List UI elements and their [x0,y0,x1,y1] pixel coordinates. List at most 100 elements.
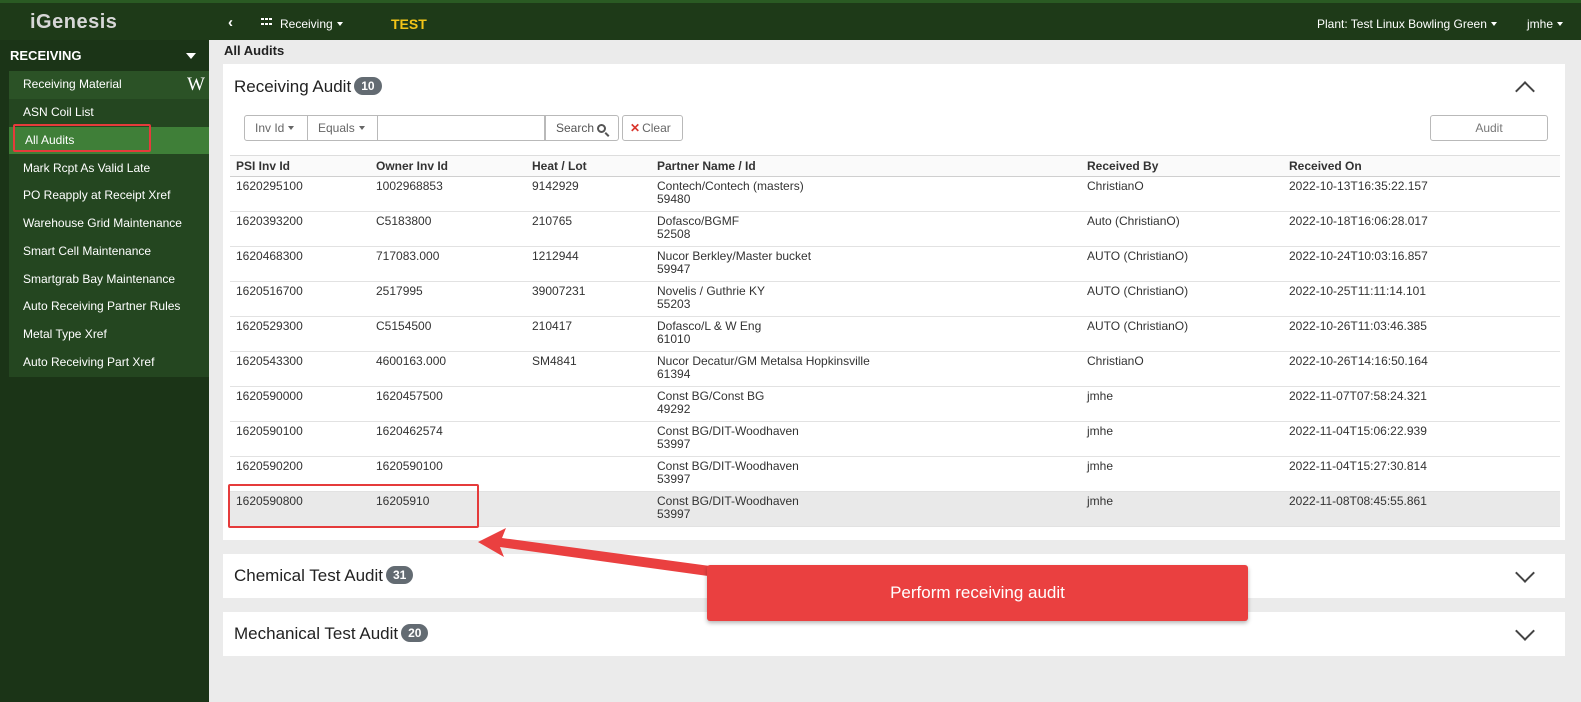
column-header[interactable]: Heat / Lot [526,155,651,177]
plant-menu[interactable]: Plant: Test Linux Bowling Green [1317,17,1497,31]
search-button[interactable]: Search [545,115,619,141]
owner-inv-id-cell: 1620462574 [370,421,526,457]
grid-icon[interactable] [261,18,272,27]
column-header[interactable]: Owner Inv Id [370,155,526,177]
annotation-highlight-box [13,124,151,152]
heat-lot-cell: SM4841 [526,351,651,387]
heat-lot-cell: 9142929 [526,176,651,212]
receiving-audit-title[interactable]: Receiving Audit 10 [234,77,382,97]
table-row[interactable]: 1620468300 717083.000 1212944 Nucor Berkley… [230,246,1560,282]
filter-bar: Inv Id Equals Search [244,115,619,141]
column-header[interactable]: Partner Name / Id [651,155,1081,177]
sidebar-menu: Receiving Material W ASN Coil List All A… [9,71,209,377]
partner-name: Dofasco/L & W Eng [657,319,762,333]
received-by-cell: jmhe [1081,386,1283,422]
chevron-down-icon[interactable] [1515,621,1535,641]
partner-name: Const BG/DIT-Woodhaven [657,459,799,473]
psi-inv-id-cell: 1620516700 [230,281,370,317]
table-row[interactable]: 1620529300 C5154500 210417 Dofasco/L & W En… [230,316,1560,352]
partner-name: Nucor Berkley/Master bucket [657,249,812,263]
environment-label: TEST [391,16,427,32]
annotation-arrow-icon [478,528,710,576]
column-header[interactable]: Received By [1081,155,1283,177]
partner-id: 49292 [657,402,691,416]
partner-name: Dofasco/BGMF [657,214,740,228]
sidebar-heading[interactable]: RECEIVING [10,48,82,63]
sidebar-item-warehouse-grid[interactable]: Warehouse Grid Maintenance [9,210,209,237]
column-header[interactable]: PSI Inv Id [230,155,370,177]
sidebar-item-po-reapply[interactable]: PO Reapply at Receipt Xref [9,182,209,209]
table-row[interactable]: 1620590100 1620462574 Const BG/DIT-Woodhav… [230,421,1560,457]
sidebar-item-receiving-material[interactable]: Receiving Material W [9,71,209,99]
partner-id: 55203 [657,297,691,311]
psi-inv-id-cell: 1620393200 [230,211,370,247]
heat-lot-cell: 1212944 [526,246,651,282]
back-icon[interactable]: ‹ [228,14,233,31]
partner-cell: Const BG/DIT-Woodhaven 53997 [651,456,1081,492]
sidebar-item-smartgrab-bay[interactable]: Smartgrab Bay Maintenance [9,266,209,293]
heat-lot-cell: 39007231 [526,281,651,317]
heat-lot-cell: 210417 [526,316,651,352]
received-on-cell: 2022-11-04T15:06:22.939 [1283,421,1560,457]
audit-button[interactable]: Audit [1430,115,1548,141]
received-by-cell: ChristianO [1081,351,1283,387]
module-menu[interactable]: Receiving [280,17,343,31]
caret-down-icon [1557,22,1564,26]
app-logo: iGenesis [30,11,118,33]
partner-name: Const BG/Const BG [657,389,765,403]
chemical-test-audit-title[interactable]: Chemical Test Audit 31 [234,566,414,586]
collapse-caret-icon[interactable] [186,53,196,59]
clear-button[interactable]: ✕ Clear [622,115,683,141]
wiki-icon[interactable]: W [187,73,205,97]
filter-field-dropdown[interactable]: Inv Id [244,115,308,141]
partner-name: Novelis / Guthrie KY [657,284,766,298]
sidebar-item-asn-coil-list[interactable]: ASN Coil List [9,99,209,126]
column-header[interactable]: Received On [1283,155,1560,177]
psi-inv-id-cell: 1620529300 [230,316,370,352]
heat-lot-cell [526,386,651,422]
partner-cell: Dofasco/BGMF 52508 [651,211,1081,247]
filter-operator-dropdown[interactable]: Equals [308,115,378,141]
partner-cell: Novelis / Guthrie KY 55203 [651,281,1081,317]
partner-cell: Contech/Contech (masters) 59480 [651,176,1081,212]
table-row[interactable]: 1620590000 1620457500 Const BG/Const BG 492… [230,386,1560,422]
chevron-up-icon[interactable] [1515,81,1535,101]
user-menu[interactable]: jmhe [1527,17,1564,31]
received-by-cell: AUTO (ChristianO) [1081,281,1283,317]
owner-inv-id-cell: C5154500 [370,316,526,352]
partner-name: Nucor Decatur/GM Metalsa Hopkinsville [657,354,870,368]
sidebar-item-metal-type-xref[interactable]: Metal Type Xref [9,321,209,348]
sidebar-item-mark-rcpt-valid-late[interactable]: Mark Rcpt As Valid Late [9,155,209,182]
received-by-cell: AUTO (ChristianO) [1081,246,1283,282]
partner-id: 53997 [657,472,691,486]
receiving-audit-panel: Receiving Audit 10 Inv Id Equals Search ✕… [223,64,1565,540]
table-row[interactable]: 1620516700 2517995 39007231 Novelis / Guthr… [230,281,1560,317]
sidebar-item-auto-receiving-partner-rules[interactable]: Auto Receiving Partner Rules [9,293,209,320]
sidebar-item-auto-receiving-part-xref[interactable]: Auto Receiving Part Xref [9,349,209,376]
partner-cell: Const BG/Const BG 49292 [651,386,1081,422]
caret-down-icon [288,126,295,130]
partner-id: 59947 [657,262,691,276]
partner-cell: Nucor Berkley/Master bucket 59947 [651,246,1081,282]
owner-inv-id-cell: C5183800 [370,211,526,247]
owner-inv-id-cell: 1620457500 [370,386,526,422]
partner-id: 59480 [657,192,691,206]
mechanical-test-audit-title[interactable]: Mechanical Test Audit 20 [234,624,429,644]
table-row[interactable]: 1620543300 4600163.000 SM4841 Nucor Decatur… [230,351,1560,387]
owner-inv-id-cell: 2517995 [370,281,526,317]
partner-id: 52508 [657,227,691,241]
heat-lot-cell [526,421,651,457]
partner-id: 61394 [657,367,691,381]
owner-inv-id-cell: 717083.000 [370,246,526,282]
heat-lot-cell: 210765 [526,211,651,247]
table-row[interactable]: 1620295100 1002968853 9142929 Contech/Conte… [230,176,1560,212]
received-by-cell: Auto (ChristianO) [1081,211,1283,247]
table-row[interactable]: 1620393200 C5183800 210765 Dofasco/BGMF 5250… [230,211,1560,247]
sidebar-item-smart-cell[interactable]: Smart Cell Maintenance [9,238,209,265]
received-by-cell: AUTO (ChristianO) [1081,316,1283,352]
filter-value-input[interactable] [378,115,545,141]
partner-cell: Dofasco/L & W Eng 61010 [651,316,1081,352]
chevron-down-icon[interactable] [1515,563,1535,583]
partner-cell: Nucor Decatur/GM Metalsa Hopkinsville 613… [651,351,1081,387]
annotation-highlight-row-box [228,484,479,528]
